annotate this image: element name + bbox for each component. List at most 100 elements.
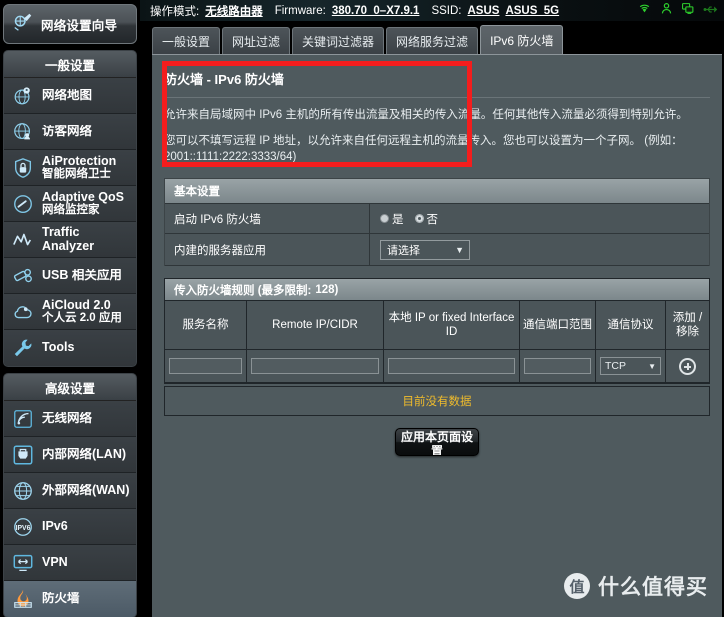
ipv6-icon: IPV6 [11,515,35,539]
remote-ip-input[interactable] [251,358,379,375]
operation-mode-value[interactable]: 无线路由器 [205,3,263,19]
radio-yes[interactable]: 是 [380,211,404,227]
service-name-input[interactable] [169,358,242,375]
network-map-icon [11,84,35,108]
sidebar-item-wan[interactable]: 外部网络(WAN) [4,473,136,509]
clients-monitor-icon[interactable] [681,2,695,20]
rules-title: 传入防火墙规则 (最多限制: [174,284,312,297]
firmware-label: Firmware: [274,4,326,17]
sidebar-item-traffic-analyzer[interactable]: Traffic Analyzer [4,222,136,258]
sidebar-item-ipv6[interactable]: IPV6 IPv6 [4,509,136,545]
plus-circle-icon[interactable] [679,357,696,375]
builtin-server-app-value: 请选择 [387,244,420,257]
col-remote-ip: Remote IP/CIDR [247,301,384,350]
sidebar-item-adaptive-qos[interactable]: Adaptive QoS 网络监控家 [4,186,136,222]
firmware-value[interactable]: 380.70_0–X7.9.1 [332,5,420,17]
ssid-label: SSID: [431,4,462,17]
sidebar-item-vpn[interactable]: VPN [4,545,136,581]
wifi-icon[interactable] [637,2,652,20]
basic-settings-section: 基本设置 启动 IPv6 防火墙 是 否 内建的服务器应用 请选择 ▼ [164,178,710,267]
ssid-value-24g[interactable]: ASUS [467,5,499,17]
builtin-server-app-select[interactable]: 请选择 ▼ [380,239,470,260]
apply-button[interactable]: 应用本页面设置 [395,428,479,457]
shield-lock-icon [11,156,35,180]
radio-no-label: 否 [426,213,439,226]
sidebar-item-sublabel: 个人云 2.0 应用 [42,312,122,325]
topbar-icons [637,0,718,21]
sidebar-item-label: Tools [42,341,75,355]
row-builtin-server-app: 内建的服务器应用 请选择 ▼ [165,234,709,267]
apply-button-row: 应用本页面设置 [152,428,722,457]
firewall-flame-icon [11,587,35,611]
tab-url-filter[interactable]: 网址过滤 [222,27,291,54]
sidebar-item-label: 防火墙 [42,592,80,606]
sidebar-group-title-general: 一般设置 [4,51,136,78]
local-ip-input[interactable] [388,358,515,375]
rules-title-bar: 传入防火墙规则 (最多限制: 128) [165,279,709,302]
sidebar-group-advanced: 高级设置 无线网络 内部网络(LAN) 外部网络(WAN) IPV6 IPv6 … [3,373,137,617]
col-add-remove: 添加 / 移除 [672,311,703,339]
usb-port-icon[interactable] [703,2,718,20]
wizard-icon [12,11,34,38]
tab-general[interactable]: 一般设置 [152,27,221,54]
sidebar-item-label: Adaptive QoS [42,190,124,204]
radio-no-dot [414,214,424,224]
sidebar-item-network-map[interactable]: 网络地图 [4,78,136,114]
col-port-range: 通信端口范围 [520,301,596,350]
sidebar-item-wireless[interactable]: 无线网络 [4,401,136,437]
radio-yes-label: 是 [392,213,404,226]
ssid-value-5g[interactable]: ASUS_5G [505,5,559,17]
tab-keyword-filter[interactable]: 关键词过滤器 [292,27,385,54]
row-label: 内建的服务器应用 [165,234,370,266]
rules-limit: 128) [315,283,339,296]
sidebar-item-aiprotection[interactable]: AiProtection 智能网络卫士 [4,150,136,186]
main-area: 操作模式: 无线路由器 Firmware: 380.70_0–X7.9.1 SS… [140,0,724,617]
usb-icon [11,264,35,288]
rules-empty-container: 目前没有数据 [164,386,710,417]
sidebar-item-label: USB 相关应用 [42,268,122,282]
watermark-text: 什么值得买 [598,576,708,599]
sidebar-item-label: AiProtection [42,154,117,168]
sidebar-item-label: AiCloud 2.0 [42,298,111,312]
sidebar-item-lan[interactable]: 内部网络(LAN) [4,437,136,473]
sidebar-item-label: VPN [42,555,68,569]
sidebar-item-label: 外部网络(WAN) [42,483,130,497]
operation-mode-label: 操作模式: [150,5,200,18]
sidebar-item-guest-network[interactable]: 访客网络 [4,114,136,150]
wan-globe-icon [11,479,35,503]
content-panel: 防火墙 - IPv6 防火墙 允许来自局域网中 IPv6 主机的所有传出流量及相… [152,54,722,617]
sidebar-item-firewall[interactable]: 防火墙 [4,581,136,617]
port-range-input[interactable] [524,358,591,375]
protocol-select[interactable]: TCP ▼ [600,357,661,376]
rules-table-header: 服务名称 Remote IP/CIDR 本地 IP or fixed Inter… [165,301,709,351]
rules-empty-message: 目前没有数据 [165,387,709,416]
sidebar-item-label: 访客网络 [42,124,93,138]
page-description-line3: 2001::1111:2222:3333/64) [164,151,297,164]
gauge-icon [11,192,35,216]
sidebar-item-label: Traffic [42,226,80,240]
page-description-line2: 您可以不填写远程 IP 地址，以允许来自任何远程主机的流量传入。您也可以设置为一… [164,134,683,147]
col-service-name: 服务名称 [165,301,247,350]
user-icon[interactable] [660,2,673,20]
sidebar-wizard-button[interactable]: 网络设置向导 [3,4,137,44]
status-topbar: 操作模式: 无线路由器 Firmware: 380.70_0–X7.9.1 SS… [140,0,724,21]
page-title: 防火墙 - IPv6 防火墙 [164,72,284,87]
sidebar: 网络设置向导 一般设置 网络地图 访客网络 AiProtection 智能网络卫… [0,0,140,617]
tab-bar: 一般设置 网址过滤 关键词过滤器 网络服务过滤 IPv6 防火墙 [140,21,724,54]
sidebar-item-usb-application[interactable]: USB 相关应用 [4,258,136,294]
radio-no[interactable]: 否 [414,211,439,227]
incoming-firewall-rules-section: 传入防火墙规则 (最多限制: 128) 服务名称 Remote IP/CIDR … [164,278,710,385]
chevron-down-icon: ▼ [455,244,464,255]
basic-settings-title: 基本设置 [165,179,709,205]
sidebar-item-tools[interactable]: Tools [4,330,136,366]
sidebar-item-aicloud[interactable]: AiCloud 2.0 个人云 2.0 应用 [4,294,136,330]
tab-network-service-filter[interactable]: 网络服务过滤 [386,27,479,54]
tab-ipv6-firewall[interactable]: IPv6 防火墙 [480,25,564,54]
watermark: 值 什么值得买 [564,571,708,601]
cloud-icon [11,300,35,324]
sidebar-item-sublabel: 智能网络卫士 [42,168,111,181]
col-local-ip: 本地 IP or fixed Interface ID [384,301,520,350]
wireless-icon [11,407,35,431]
rules-input-row: TCP ▼ [165,350,709,384]
sidebar-item-sublabel: Analyzer [42,238,95,253]
